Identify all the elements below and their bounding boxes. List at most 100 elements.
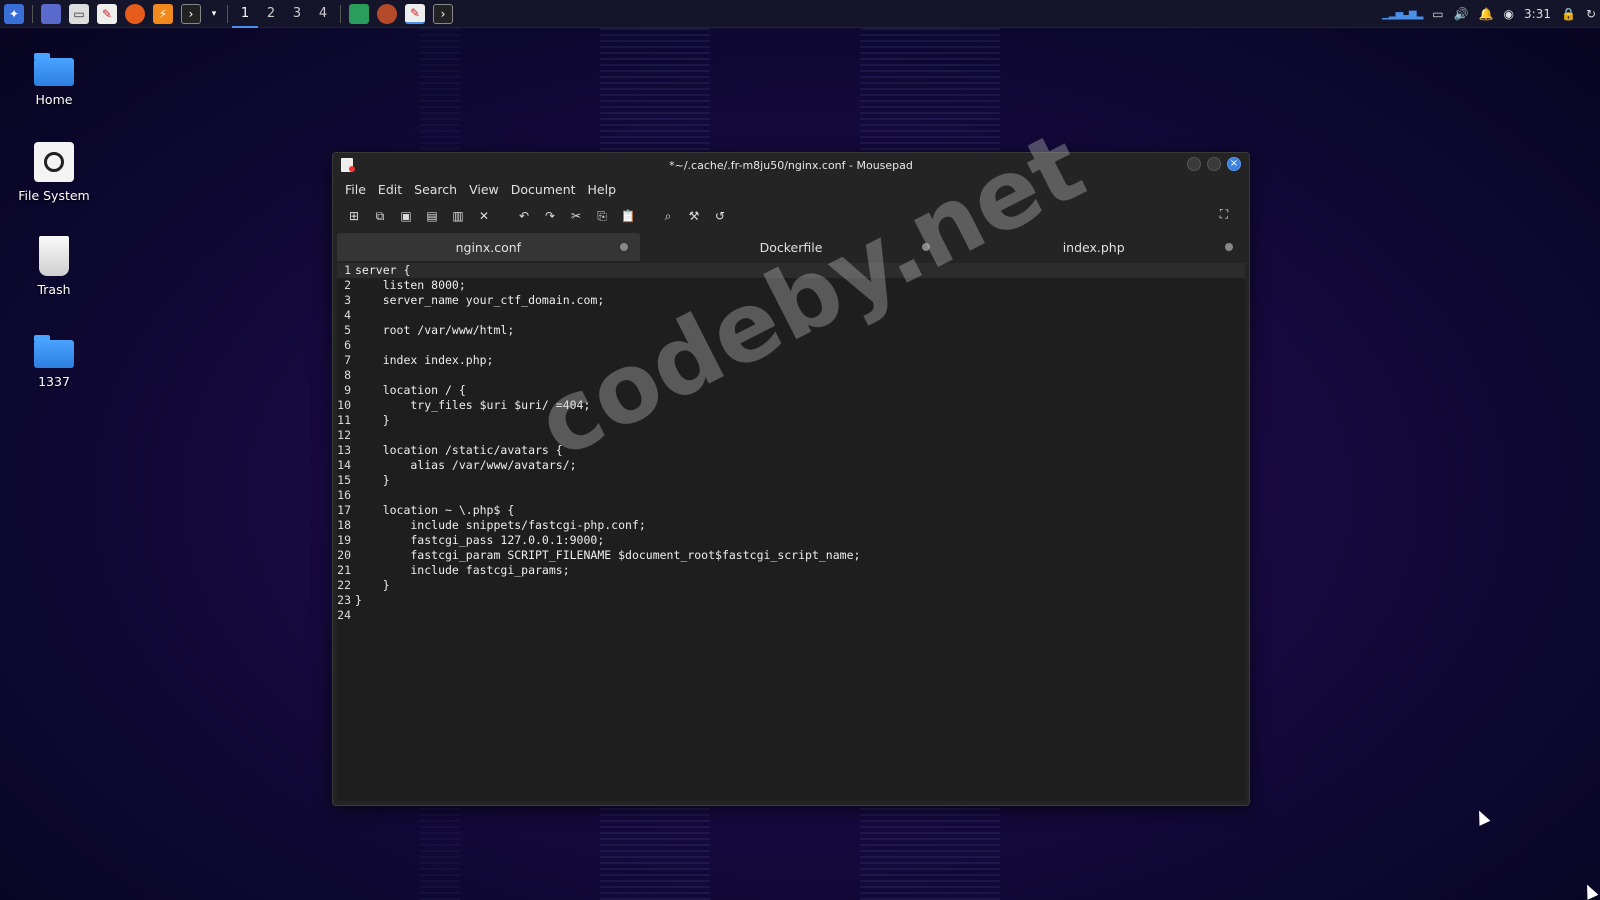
desktop-icon-trash[interactable]: Trash bbox=[14, 236, 94, 297]
code-text: } bbox=[355, 593, 362, 607]
code-line[interactable]: 23} bbox=[337, 593, 1245, 608]
code-line[interactable]: 19 fastcgi_pass 127.0.0.1:9000; bbox=[337, 533, 1245, 548]
paste-icon[interactable]: 📋 bbox=[619, 207, 637, 225]
tab-nginx-conf[interactable]: nginx.conf bbox=[337, 233, 640, 261]
system-tray: ▁▂▅▃▆▂ ▭ 🔊 🔔 ◉ 3:31 🔒 ↻ bbox=[1382, 0, 1596, 28]
kali-menu-icon[interactable]: ✦ bbox=[4, 3, 24, 24]
show-desktop-icon[interactable] bbox=[41, 3, 61, 24]
lock-icon[interactable]: 🔒 bbox=[1561, 7, 1576, 21]
code-text: fastcgi_param SCRIPT_FILENAME $document_… bbox=[355, 548, 861, 562]
firefox-icon[interactable] bbox=[125, 3, 145, 24]
save-icon[interactable]: ▤ bbox=[423, 207, 441, 225]
code-text: server { bbox=[355, 263, 411, 277]
line-number: 9 bbox=[344, 383, 351, 397]
code-line[interactable]: 3 server_name your_ctf_domain.com; bbox=[337, 293, 1245, 308]
volume-icon[interactable]: 🔊 bbox=[1454, 7, 1469, 21]
taskbar-app-green-icon[interactable] bbox=[349, 3, 369, 24]
clock[interactable]: 3:31 bbox=[1524, 7, 1551, 21]
code-line[interactable]: 6 bbox=[337, 338, 1245, 353]
window-titlebar[interactable]: *~/.cache/.fr-m8ju50/nginx.conf - Mousep… bbox=[333, 153, 1249, 177]
code-line[interactable]: 14 alias /var/www/avatars/; bbox=[337, 458, 1245, 473]
text-editor-area[interactable]: 1 server {2 listen 8000; 3 server_name you… bbox=[337, 263, 1245, 801]
code-line[interactable]: 24 bbox=[337, 608, 1245, 623]
mousepad-app-icon bbox=[341, 158, 355, 172]
code-line[interactable]: 11 } bbox=[337, 413, 1245, 428]
code-line[interactable]: 9 location / { bbox=[337, 383, 1245, 398]
save-as-icon[interactable]: ▥ bbox=[449, 207, 467, 225]
minimize-button[interactable] bbox=[1187, 157, 1201, 171]
code-line[interactable]: 17 location ~ \.php$ { bbox=[337, 503, 1245, 518]
desktop-icon-label: 1337 bbox=[38, 374, 70, 389]
new-document-icon[interactable]: ⊞ bbox=[345, 207, 363, 225]
search-replace-icon[interactable]: ⚒ bbox=[685, 207, 703, 225]
burpsuite-icon[interactable]: ⚡ bbox=[153, 3, 173, 24]
cut-icon[interactable]: ✂ bbox=[567, 207, 585, 225]
redo-icon[interactable]: ↷ bbox=[541, 207, 559, 225]
menu-file[interactable]: File bbox=[339, 182, 372, 197]
code-text: server_name your_ctf_domain.com; bbox=[355, 293, 605, 307]
line-number: 15 bbox=[337, 473, 351, 487]
code-line[interactable]: 4 bbox=[337, 308, 1245, 323]
line-number: 13 bbox=[337, 443, 351, 457]
code-line[interactable]: 12 bbox=[337, 428, 1245, 443]
code-line[interactable]: 5 root /var/www/html; bbox=[337, 323, 1245, 338]
tab-close-icon[interactable] bbox=[922, 243, 931, 251]
menu-help[interactable]: Help bbox=[582, 182, 623, 197]
menu-view[interactable]: View bbox=[463, 182, 505, 197]
code-text: include fastcgi_params; bbox=[355, 563, 570, 577]
close-document-icon[interactable]: ✕ bbox=[475, 207, 493, 225]
new-window-icon[interactable]: ⧉ bbox=[371, 207, 389, 225]
open-file-icon[interactable]: ▣ bbox=[397, 207, 415, 225]
desktop-icon-filesystem[interactable]: File System bbox=[14, 142, 94, 203]
tab-dockerfile[interactable]: Dockerfile bbox=[640, 233, 943, 261]
power-status-icon[interactable]: ◉ bbox=[1504, 7, 1514, 21]
code-line[interactable]: 20 fastcgi_param SCRIPT_FILENAME $docume… bbox=[337, 548, 1245, 563]
code-line[interactable]: 10 try_files $uri $uri/ =404; bbox=[337, 398, 1245, 413]
fullscreen-icon[interactable]: ⛶ bbox=[1215, 205, 1233, 223]
desktop-icon-1337[interactable]: 1337 bbox=[14, 330, 94, 389]
code-line[interactable]: 15 } bbox=[337, 473, 1245, 488]
terminal-icon[interactable]: › bbox=[181, 3, 201, 24]
menu-search[interactable]: Search bbox=[408, 182, 463, 197]
code-line[interactable]: 1 server { bbox=[337, 263, 1245, 278]
display-icon[interactable]: ▭ bbox=[1432, 7, 1443, 21]
close-button[interactable]: × bbox=[1227, 157, 1241, 171]
code-line[interactable]: 8 bbox=[337, 368, 1245, 383]
menu-bar: File Edit Search View Document Help bbox=[333, 177, 1249, 201]
code-line[interactable]: 13 location /static/avatars { bbox=[337, 443, 1245, 458]
copy-icon[interactable]: ⎘ bbox=[593, 207, 611, 225]
code-text: location / { bbox=[355, 383, 466, 397]
chevron-down-icon[interactable]: ▾ bbox=[209, 4, 219, 24]
text-editor-icon[interactable]: ✎ bbox=[97, 3, 117, 24]
maximize-button[interactable] bbox=[1207, 157, 1221, 171]
file-manager-icon[interactable]: ▭ bbox=[69, 3, 89, 24]
taskbar-mousepad-icon[interactable]: ✎ bbox=[405, 3, 425, 24]
notification-bell-icon[interactable]: 🔔 bbox=[1479, 7, 1494, 21]
go-to-line-icon[interactable]: ↺ bbox=[711, 207, 729, 225]
search-icon[interactable]: ⌕ bbox=[659, 207, 677, 225]
workspace-3[interactable]: 3 bbox=[284, 0, 310, 28]
logout-icon[interactable]: ↻ bbox=[1586, 7, 1596, 21]
code-line[interactable]: 16 bbox=[337, 488, 1245, 503]
code-line[interactable]: 2 listen 8000; bbox=[337, 278, 1245, 293]
tab-index-php[interactable]: index.php bbox=[942, 233, 1245, 261]
menu-document[interactable]: Document bbox=[505, 182, 582, 197]
tab-close-icon[interactable] bbox=[619, 243, 628, 251]
desktop-icon-home[interactable]: Home bbox=[14, 48, 94, 107]
undo-icon[interactable]: ↶ bbox=[515, 207, 533, 225]
desktop-icon-label: File System bbox=[18, 188, 90, 203]
workspace-4[interactable]: 4 bbox=[310, 0, 336, 28]
code-text: root /var/www/html; bbox=[355, 323, 515, 337]
menu-edit[interactable]: Edit bbox=[372, 182, 408, 197]
code-line[interactable]: 18 include snippets/fastcgi-php.conf; bbox=[337, 518, 1245, 533]
tab-label: index.php bbox=[1062, 239, 1125, 255]
tab-close-icon[interactable] bbox=[1225, 243, 1234, 251]
taskbar-firefox-icon[interactable] bbox=[377, 3, 397, 24]
workspace-2[interactable]: 2 bbox=[258, 0, 284, 28]
code-line[interactable]: 22 } bbox=[337, 578, 1245, 593]
workspace-1[interactable]: 1 bbox=[232, 0, 258, 28]
taskbar-terminal-icon[interactable]: › bbox=[433, 3, 453, 24]
code-line[interactable]: 21 include fastcgi_params; bbox=[337, 563, 1245, 578]
code-line[interactable]: 7 index index.php; bbox=[337, 353, 1245, 368]
line-number: 7 bbox=[344, 353, 351, 367]
